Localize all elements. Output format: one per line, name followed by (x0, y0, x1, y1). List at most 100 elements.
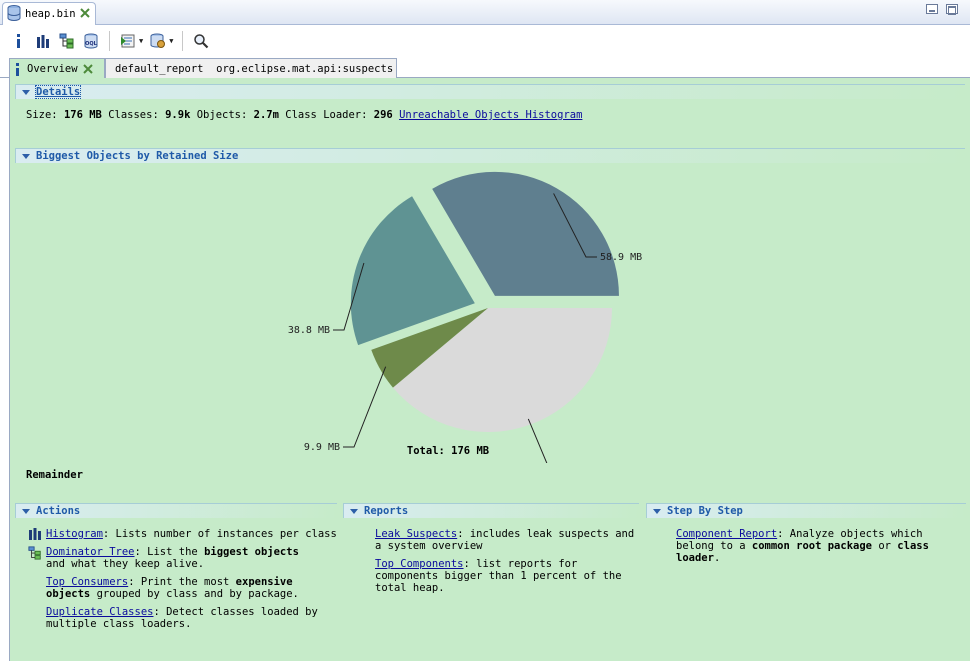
collapse-triangle-icon[interactable] (22, 153, 30, 159)
dominator-tree-icon (59, 33, 74, 49)
run-report-button[interactable] (119, 32, 137, 50)
database-icon (7, 4, 21, 24)
overview-page: Details Size: 176 MB Classes: 9.9k Objec… (9, 78, 970, 661)
actions-section-header[interactable]: Actions (15, 503, 337, 518)
size-label: Size: (26, 109, 58, 121)
info-icon (17, 34, 20, 48)
step-by-step-section-header[interactable]: Step By Step (646, 503, 966, 518)
window-buttons (926, 4, 958, 14)
histogram-icon (37, 35, 49, 48)
dominator-desc: : List the (134, 546, 198, 558)
svg-text:OQL: OQL (85, 41, 98, 47)
maximize-button[interactable] (946, 4, 958, 14)
info-icon (16, 62, 19, 76)
dominator-tree-icon (28, 546, 42, 563)
pie-slice-label: 9.9 MB (304, 442, 340, 453)
toolbar-separator (109, 31, 110, 51)
top-components-link[interactable]: Top Components (375, 558, 464, 570)
histogram-link[interactable]: Histogram (46, 528, 103, 540)
pie-slice-label: 58.9 MB (600, 252, 642, 263)
details-title[interactable]: Details (34, 85, 82, 99)
chevron-down-icon[interactable]: ▼ (139, 37, 143, 45)
dominator-desc-2: and what they keep alive. (46, 558, 205, 570)
dominator-bold: biggest objects (204, 546, 299, 558)
dominator-tree-button[interactable] (58, 32, 76, 50)
collapse-triangle-icon[interactable] (22, 508, 30, 514)
biggest-objects-title: Biggest Objects by Retained Size (36, 150, 239, 162)
close-icon[interactable] (79, 7, 90, 21)
component-bold-1: common root package (751, 540, 872, 552)
component-bold-3: loader (676, 552, 714, 564)
run-report-icon (121, 34, 135, 48)
oql-icon: OQL (84, 33, 98, 49)
list-item-top-components: Top Components: list reports for compone… (375, 558, 635, 594)
consumers-desc-2: grouped by class and by package. (96, 588, 299, 600)
editor-tab-heap-bin[interactable]: heap.bin (2, 2, 96, 25)
pie-slice[interactable] (432, 171, 619, 296)
collapse-triangle-icon[interactable] (653, 508, 661, 514)
list-item-component-report: Component Report: Analyze objects which … (676, 528, 966, 564)
objects-label: Objects: (196, 109, 248, 121)
pie-slice[interactable] (392, 308, 612, 432)
leak-desc: : includes leak suspects and (457, 528, 635, 540)
tab-default-report-label: default_report org.eclipse.mat.api:suspe… (115, 62, 394, 75)
consumers-bold-1: expensive (235, 576, 293, 588)
minimize-button[interactable] (926, 4, 938, 14)
details-summary: Size: 176 MB Classes: 9.9k Objects: 2.7m… (26, 109, 582, 121)
class-loader-value: 296 (373, 109, 393, 121)
components-desc: : list reports for (463, 558, 578, 570)
list-item-duplicate-classes: Duplicate Classes: Detect classes loaded… (46, 606, 346, 630)
component-desc: : Analyze objects which (777, 528, 923, 540)
list-item-dominator-tree: Dominator Tree: List the biggest objects… (28, 546, 346, 570)
leak-suspects-link[interactable]: Leak Suspects (375, 528, 457, 540)
editor-tabbar: heap.bin (0, 0, 970, 25)
unreachable-objects-link[interactable]: Unreachable Objects Histogram (399, 109, 582, 121)
chevron-down-icon[interactable]: ▼ (169, 37, 173, 45)
consumers-desc: : Print the most (128, 576, 230, 588)
classes-label: Classes: (108, 109, 159, 121)
classes-value: 9.9k (165, 109, 191, 121)
step-by-step-title: Step By Step (667, 505, 743, 517)
tab-default-report[interactable]: default_report org.eclipse.mat.api:suspe… (105, 58, 397, 78)
toolbar: OQL ▼ ▼ (0, 26, 970, 56)
actions-title: Actions (36, 505, 81, 517)
query-browser-icon (150, 33, 166, 48)
search-button[interactable] (192, 32, 210, 50)
dominator-tree-link[interactable]: Dominator Tree (46, 546, 135, 558)
reports-section-header[interactable]: Reports (343, 503, 639, 518)
close-icon[interactable] (82, 64, 93, 74)
component-desc-2: belong to a (676, 540, 746, 552)
query-browser-button[interactable] (149, 32, 167, 50)
objects-value: 2.7m (253, 109, 279, 121)
oql-button[interactable]: OQL (82, 32, 100, 50)
pie-total-label: Total: 176 MB (407, 445, 489, 457)
remainder-label: Remainder (26, 469, 83, 481)
editor-tab-label: heap.bin (25, 8, 76, 20)
pie-slice-label: 38.8 MB (288, 325, 330, 336)
info-button[interactable] (10, 32, 28, 50)
collapse-triangle-icon[interactable] (350, 508, 358, 514)
details-section-header[interactable]: Details (15, 84, 965, 99)
size-value: 176 MB (63, 109, 102, 121)
duplicate-desc-2: multiple class loaders. (46, 618, 192, 630)
components-desc-3: total heap. (375, 582, 445, 594)
tab-overview[interactable]: Overview (9, 58, 105, 79)
duplicate-desc: : Detect classes loaded by (153, 606, 318, 618)
inner-tabbar: Overview default_report org.eclipse.mat.… (0, 57, 970, 79)
search-icon (194, 34, 209, 49)
reports-title: Reports (364, 505, 409, 517)
list-item-histogram: Histogram: Lists number of instances per… (29, 528, 346, 540)
collapse-triangle-icon[interactable] (22, 89, 30, 95)
top-consumers-link[interactable]: Top Consumers (46, 576, 128, 588)
histogram-button[interactable] (34, 32, 52, 50)
histogram-desc: : Lists number of instances per class (102, 528, 337, 540)
retained-size-pie-chart: 58.9 MB68.5 MB9.9 MB38.8 MBTotal: 176 MB (288, 171, 642, 463)
component-report-link[interactable]: Component Report (676, 528, 777, 540)
tab-overview-label: Overview (27, 63, 78, 75)
duplicate-classes-link[interactable]: Duplicate Classes (46, 606, 153, 618)
pie-leader-line (527, 418, 548, 463)
pie-leader-line (343, 366, 387, 448)
consumers-bold-2: objects (46, 588, 91, 600)
component-bold-2: class (897, 540, 929, 552)
biggest-objects-section-header[interactable]: Biggest Objects by Retained Size (15, 148, 965, 163)
